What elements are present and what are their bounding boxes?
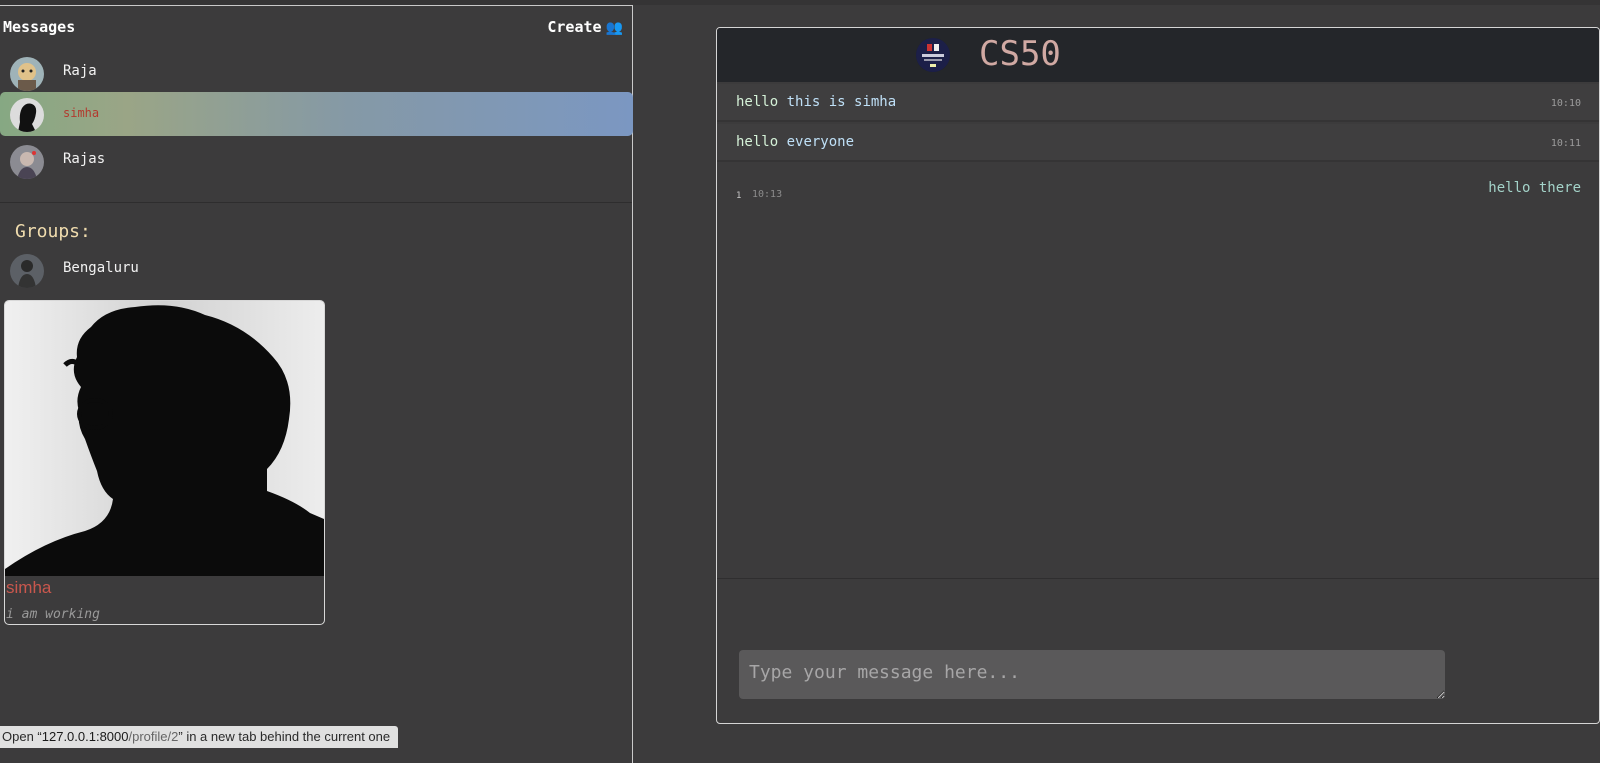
message-time: 10:13 xyxy=(752,189,783,200)
sidebar: Messages Create 👥 Raja simha Rajas Group… xyxy=(0,5,633,763)
profile-name: simha xyxy=(6,578,52,597)
message-row: hello this is simha 10:10 xyxy=(717,84,1599,122)
contact-item-rajas[interactable]: Rajas xyxy=(0,139,633,183)
create-group-button[interactable]: Create 👥 xyxy=(547,18,623,36)
link-status-tooltip: Open “127.0.0.1:8000/profile/2” in a new… xyxy=(0,726,399,748)
create-label: Create xyxy=(547,18,602,36)
status-suffix: ” in a new tab behind the current one xyxy=(178,729,391,744)
message-text: hello everyone xyxy=(736,134,854,150)
messages-title: Messages xyxy=(3,18,76,36)
message-time: 10:11 xyxy=(1550,138,1581,149)
profile-preview-card[interactable]: simha i am working xyxy=(4,300,325,625)
avatar xyxy=(10,98,44,132)
avatar xyxy=(10,254,44,288)
message-first-word: hello xyxy=(736,94,779,110)
message-rest: everyone xyxy=(778,134,855,150)
sent-message-row: 1 10:13 hello there xyxy=(717,164,1599,204)
avatar xyxy=(10,57,44,91)
contact-name: simha xyxy=(63,106,100,120)
compose-divider xyxy=(717,578,1599,579)
status-host: 127.0.0.1:8000 xyxy=(41,729,129,744)
chat-header: CS50 xyxy=(717,28,1599,82)
message-time: 10:10 xyxy=(1550,98,1581,109)
contact-item-simha[interactable]: simha xyxy=(0,92,633,136)
group-name: Bengaluru xyxy=(63,260,139,276)
status-prefix: Open “ xyxy=(2,729,42,744)
sidebar-divider xyxy=(0,202,632,203)
people-icon: 👥 xyxy=(605,20,623,36)
status-path: /profile/2 xyxy=(128,729,179,744)
group-logo-icon xyxy=(916,38,950,72)
message-first-word: hello xyxy=(736,134,779,150)
page: Messages Create 👥 Raja simha Rajas Group… xyxy=(0,0,1600,763)
chat-title: CS50 xyxy=(979,34,1061,74)
profile-photo xyxy=(5,301,324,576)
message-text: hello this is simha xyxy=(736,94,896,110)
avatar xyxy=(10,145,44,179)
groups-title: Groups: xyxy=(15,221,91,242)
contact-name: Rajas xyxy=(63,151,106,167)
sent-message-text: hello there xyxy=(1488,180,1581,196)
read-count: 1 xyxy=(736,191,742,201)
profile-status: i am working xyxy=(6,607,100,622)
message-rest: this is simha xyxy=(778,94,897,110)
message-row: hello everyone 10:11 xyxy=(717,124,1599,162)
sidebar-header: Messages Create 👥 xyxy=(3,18,625,38)
contact-item-raja[interactable]: Raja xyxy=(0,51,633,95)
chat-panel: CS50 hello this is simha 10:10 hello eve… xyxy=(716,27,1600,724)
group-item-bengaluru[interactable]: Bengaluru xyxy=(0,248,633,292)
contact-name: Raja xyxy=(63,63,97,79)
message-input[interactable] xyxy=(739,650,1445,699)
